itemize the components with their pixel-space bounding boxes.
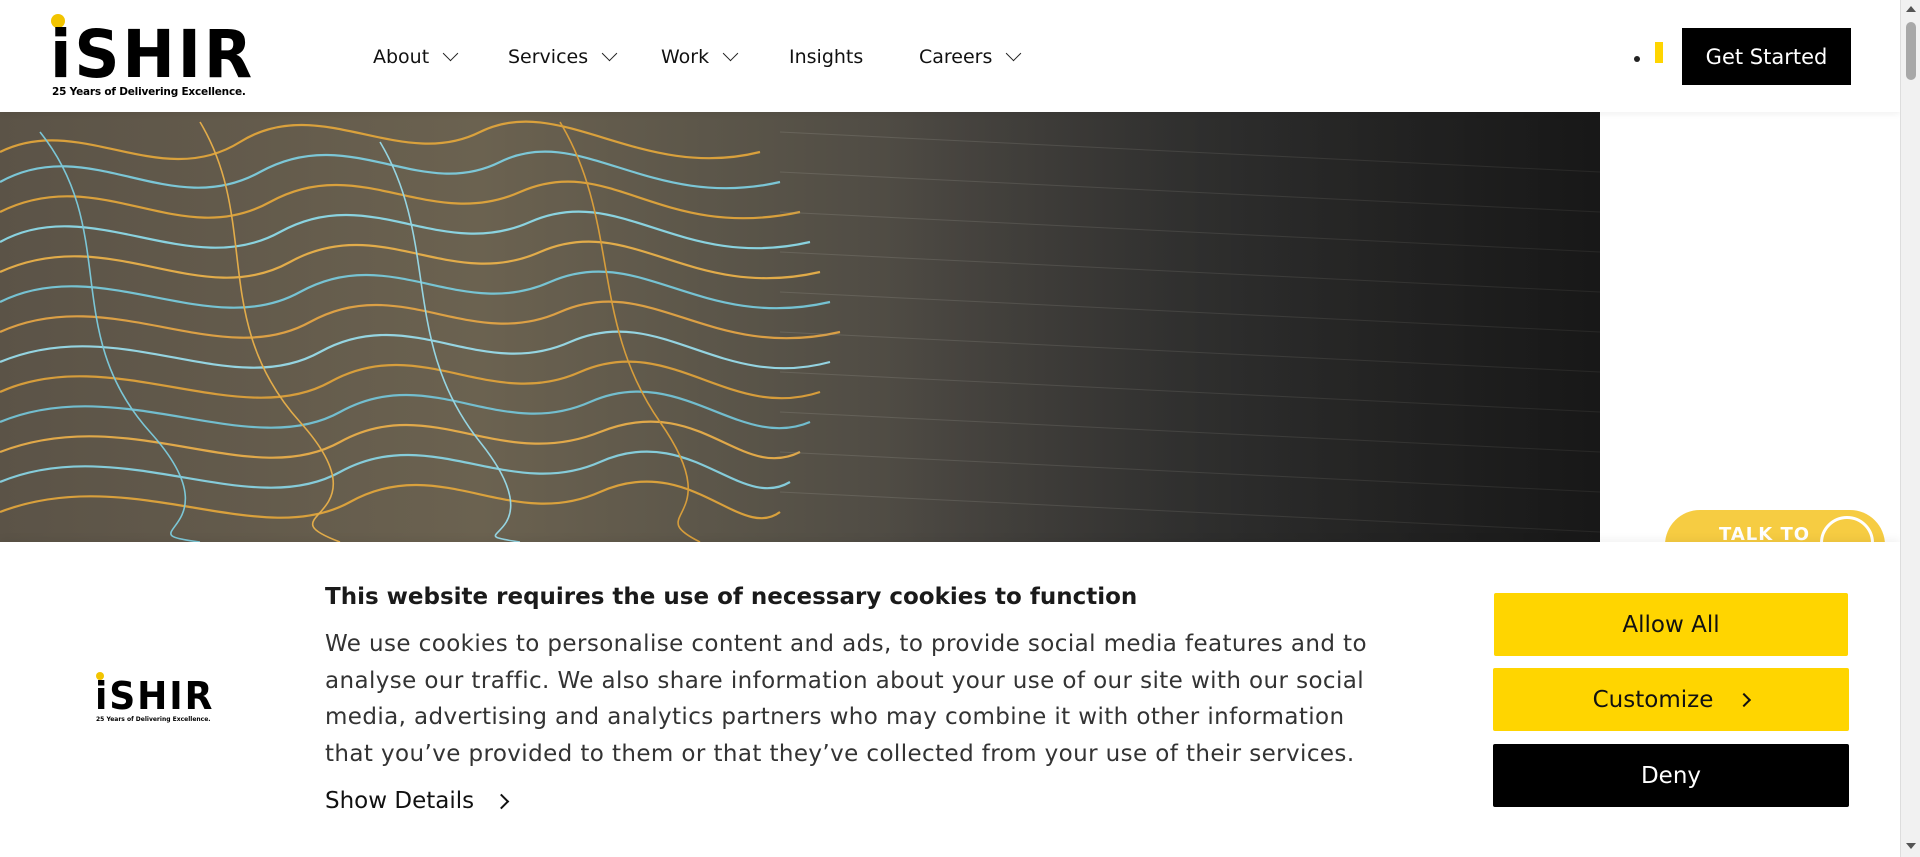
nav-item-services[interactable]: Services (508, 45, 618, 68)
chevron-down-icon (601, 45, 618, 62)
menu-dot-icon[interactable] (1634, 56, 1640, 62)
nav-label: Services (508, 46, 589, 68)
hero-side-panel (1600, 112, 1900, 542)
allow-all-button[interactable]: Allow All (1494, 593, 1848, 656)
cookie-banner-logo: iSHIR 25 Years of Delivering Excellence. (95, 672, 215, 732)
nav-label: Work (661, 46, 710, 68)
logo-tagline: 25 Years of Delivering Excellence. (52, 86, 246, 98)
show-details-link[interactable]: Show Details (325, 788, 510, 814)
deny-button[interactable]: Deny (1493, 744, 1849, 807)
nav-label: About (373, 46, 430, 68)
cookie-title: This website requires the use of necessa… (325, 584, 1138, 610)
abstract-waves-image (0, 112, 1600, 542)
nav-item-about[interactable]: About (373, 45, 459, 68)
customize-button[interactable]: Customize (1493, 668, 1849, 731)
chevron-down-icon (722, 45, 739, 62)
logo-wordmark: iSHIR (50, 16, 255, 93)
chevron-right-icon (493, 793, 510, 809)
accent-bar-icon (1655, 42, 1663, 63)
customize-label: Customize (1592, 686, 1714, 713)
chevron-down-icon (442, 45, 459, 62)
cookie-consent-banner: iSHIR 25 Years of Delivering Excellence.… (0, 542, 1900, 857)
logo-wordmark: iSHIR (95, 674, 215, 718)
ishir-logo[interactable]: iSHIR 25 Years of Delivering Excellence. (50, 14, 252, 100)
chevron-right-icon (1737, 692, 1752, 707)
hero-image (0, 112, 1600, 542)
allow-all-label: Allow All (1622, 611, 1720, 638)
nav-item-careers[interactable]: Careers (919, 45, 1022, 68)
get-started-button[interactable]: Get Started (1682, 28, 1851, 85)
scroll-up-icon[interactable] (1906, 6, 1916, 12)
deny-label: Deny (1640, 762, 1702, 789)
site-header: iSHIR 25 Years of Delivering Excellence.… (0, 0, 1900, 112)
nav-label: Careers (919, 46, 993, 68)
cookie-description: We use cookies to personalise content an… (325, 631, 1367, 767)
nav-item-work[interactable]: Work (661, 45, 739, 68)
chevron-down-icon (1006, 45, 1022, 62)
show-details-label: Show Details (325, 788, 475, 814)
scroll-down-icon[interactable] (1906, 843, 1916, 849)
page-scrollbar[interactable] (1900, 0, 1920, 857)
logo-tagline: 25 Years of Delivering Excellence. (96, 716, 211, 723)
nav-label: Insights (789, 46, 864, 68)
scroll-thumb[interactable] (1906, 22, 1916, 80)
nav-item-insights[interactable]: Insights (789, 46, 863, 68)
